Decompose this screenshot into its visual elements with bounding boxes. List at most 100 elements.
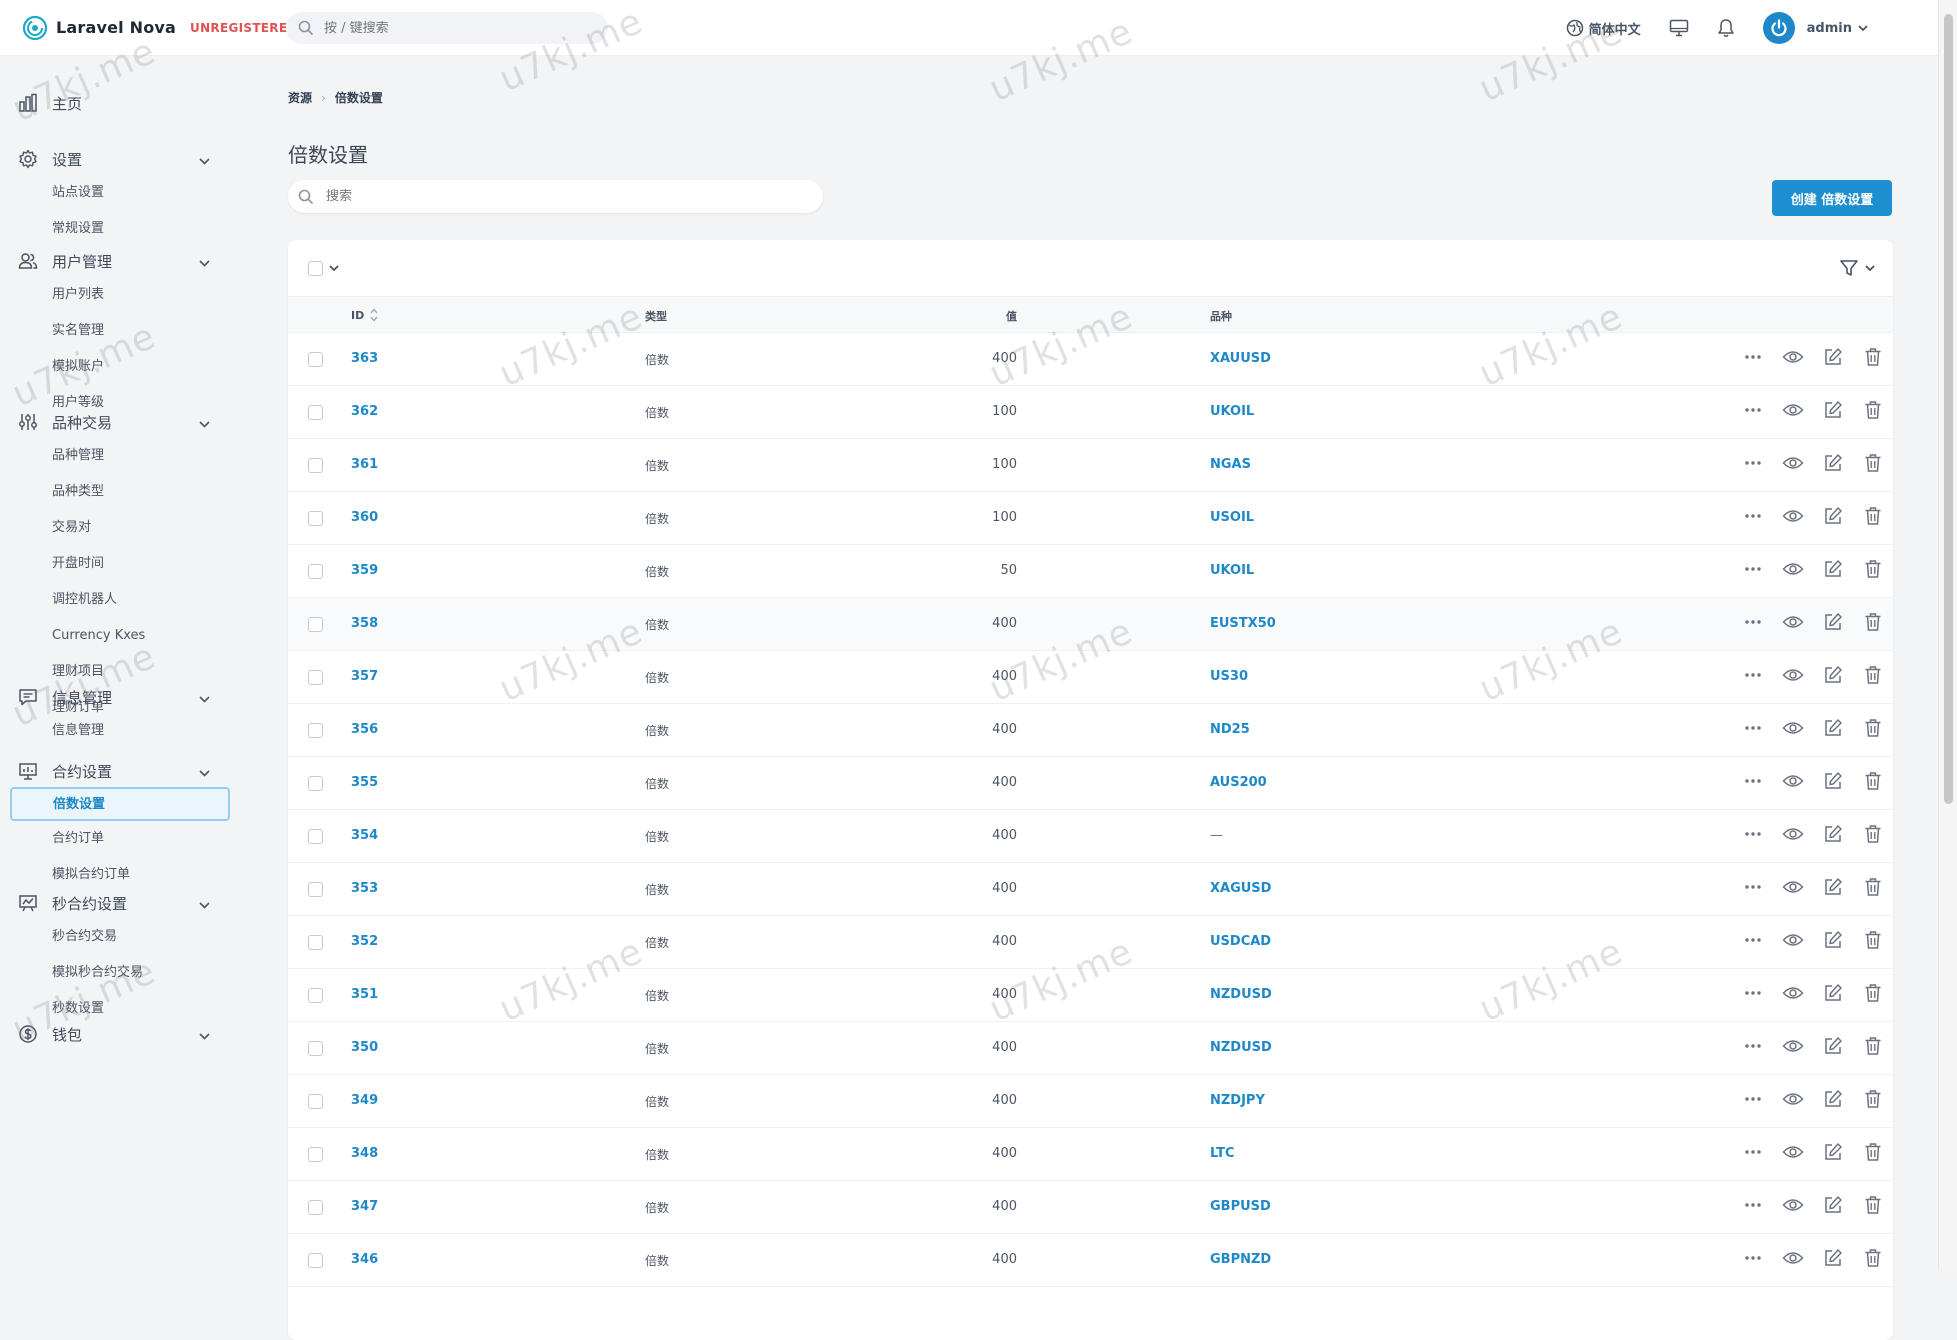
more-actions-icon[interactable] <box>1733 831 1773 837</box>
sidebar-group-toggle[interactable]: 秒合约设置 <box>0 888 240 918</box>
row-variety-link[interactable]: NZDJPY <box>1210 1093 1265 1108</box>
row-variety-link[interactable]: USDCAD <box>1210 934 1271 949</box>
sidebar-group-toggle[interactable]: 钱包 <box>0 1019 240 1049</box>
more-actions-icon[interactable] <box>1733 1255 1773 1261</box>
row-checkbox[interactable] <box>308 405 323 420</box>
delete-icon[interactable] <box>1853 506 1893 526</box>
view-icon[interactable] <box>1773 455 1813 471</box>
sidebar-item[interactable]: 品种类型 <box>0 474 240 510</box>
scrollbar-thumb[interactable] <box>1944 14 1953 804</box>
more-actions-icon[interactable] <box>1733 778 1773 784</box>
create-button[interactable]: 创建 倍数设置 <box>1772 180 1892 216</box>
edit-icon[interactable] <box>1813 983 1853 1003</box>
sidebar-item[interactable]: 信息管理 <box>0 713 240 749</box>
delete-icon[interactable] <box>1853 347 1893 367</box>
more-actions-icon[interactable] <box>1733 937 1773 943</box>
sidebar-item[interactable]: 站点设置 <box>0 175 240 211</box>
sidebar-group-toggle[interactable]: 设置 <box>0 144 240 174</box>
view-icon[interactable] <box>1773 1197 1813 1213</box>
sidebar-item[interactable]: 交易对 <box>0 510 240 546</box>
view-icon[interactable] <box>1773 614 1813 630</box>
sidebar-item[interactable]: Currency Kxes <box>0 618 240 654</box>
more-actions-icon[interactable] <box>1733 1202 1773 1208</box>
row-id-link[interactable]: 356 <box>351 722 378 737</box>
row-variety-link[interactable]: NZDUSD <box>1210 1040 1272 1055</box>
row-id-link[interactable]: 363 <box>351 351 378 366</box>
row-checkbox[interactable] <box>308 1200 323 1215</box>
sidebar-group-toggle[interactable]: 信息管理 <box>0 682 240 712</box>
resource-search[interactable] <box>288 180 823 213</box>
row-checkbox[interactable] <box>308 1253 323 1268</box>
sidebar-item[interactable]: 调控机器人 <box>0 582 240 618</box>
delete-icon[interactable] <box>1853 1089 1893 1109</box>
delete-icon[interactable] <box>1853 771 1893 791</box>
row-variety-link[interactable]: ND25 <box>1210 722 1250 737</box>
monitor-button[interactable] <box>1669 19 1689 37</box>
row-variety-link[interactable]: UKOIL <box>1210 404 1254 419</box>
delete-icon[interactable] <box>1853 930 1893 950</box>
row-variety-link[interactable]: NGAS <box>1210 457 1251 472</box>
view-icon[interactable] <box>1773 985 1813 1001</box>
view-icon[interactable] <box>1773 349 1813 365</box>
delete-icon[interactable] <box>1853 400 1893 420</box>
edit-icon[interactable] <box>1813 771 1853 791</box>
sidebar-home[interactable]: 主页 <box>0 88 240 118</box>
edit-icon[interactable] <box>1813 400 1853 420</box>
select-all-checkbox[interactable] <box>308 261 323 276</box>
sidebar-group-toggle[interactable]: 用户管理 <box>0 246 240 276</box>
global-search-input[interactable] <box>324 20 584 36</box>
row-checkbox[interactable] <box>308 1147 323 1162</box>
row-checkbox[interactable] <box>308 776 323 791</box>
row-variety-link[interactable]: USOIL <box>1210 510 1254 525</box>
edit-icon[interactable] <box>1813 559 1853 579</box>
delete-icon[interactable] <box>1853 1195 1893 1215</box>
row-id-link[interactable]: 353 <box>351 881 378 896</box>
sidebar-item[interactable]: 开盘时间 <box>0 546 240 582</box>
row-checkbox[interactable] <box>308 511 323 526</box>
view-icon[interactable] <box>1773 773 1813 789</box>
row-id-link[interactable]: 360 <box>351 510 378 525</box>
view-icon[interactable] <box>1773 879 1813 895</box>
global-search[interactable] <box>286 12 608 44</box>
breadcrumb-resources[interactable]: 资源 <box>288 89 312 106</box>
row-id-link[interactable]: 354 <box>351 828 378 843</box>
more-actions-icon[interactable] <box>1733 672 1773 678</box>
edit-icon[interactable] <box>1813 824 1853 844</box>
delete-icon[interactable] <box>1853 453 1893 473</box>
row-id-link[interactable]: 348 <box>351 1146 378 1161</box>
row-checkbox[interactable] <box>308 670 323 685</box>
more-actions-icon[interactable] <box>1733 1043 1773 1049</box>
row-checkbox[interactable] <box>308 829 323 844</box>
row-id-link[interactable]: 352 <box>351 934 378 949</box>
row-id-link[interactable]: 359 <box>351 563 378 578</box>
edit-icon[interactable] <box>1813 665 1853 685</box>
row-id-link[interactable]: 347 <box>351 1199 378 1214</box>
row-id-link[interactable]: 355 <box>351 775 378 790</box>
more-actions-icon[interactable] <box>1733 1149 1773 1155</box>
row-id-link[interactable]: 358 <box>351 616 378 631</box>
edit-icon[interactable] <box>1813 612 1853 632</box>
delete-icon[interactable] <box>1853 1142 1893 1162</box>
edit-icon[interactable] <box>1813 506 1853 526</box>
delete-icon[interactable] <box>1853 1036 1893 1056</box>
delete-icon[interactable] <box>1853 559 1893 579</box>
view-icon[interactable] <box>1773 932 1813 948</box>
view-icon[interactable] <box>1773 1250 1813 1266</box>
resource-search-input[interactable] <box>326 189 796 204</box>
row-variety-link[interactable]: GBPUSD <box>1210 1199 1271 1214</box>
notifications-button[interactable] <box>1717 18 1735 38</box>
row-id-link[interactable]: 362 <box>351 404 378 419</box>
sidebar-item[interactable]: 用户列表 <box>0 277 240 313</box>
more-actions-icon[interactable] <box>1733 354 1773 360</box>
more-actions-icon[interactable] <box>1733 884 1773 890</box>
column-id[interactable]: ID <box>351 308 378 322</box>
edit-icon[interactable] <box>1813 1248 1853 1268</box>
select-all-dropdown[interactable] <box>308 261 339 276</box>
more-actions-icon[interactable] <box>1733 990 1773 996</box>
view-icon[interactable] <box>1773 720 1813 736</box>
view-icon[interactable] <box>1773 508 1813 524</box>
row-id-link[interactable]: 349 <box>351 1093 378 1108</box>
view-icon[interactable] <box>1773 1144 1813 1160</box>
view-icon[interactable] <box>1773 667 1813 683</box>
row-variety-link[interactable]: NZDUSD <box>1210 987 1272 1002</box>
